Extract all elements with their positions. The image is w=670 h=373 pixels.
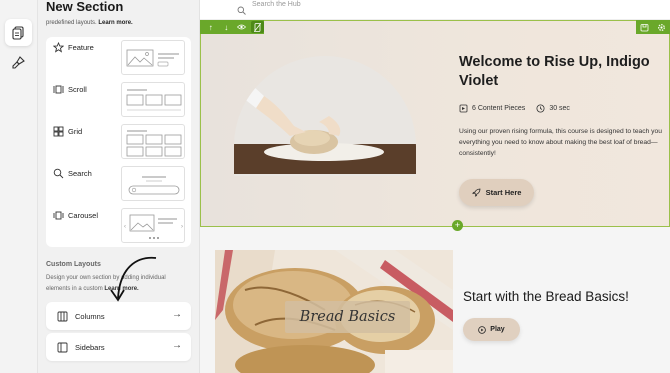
custom-sidebars-button[interactable]: Sidebars → [46, 333, 191, 361]
play-button[interactable]: Play [463, 318, 520, 341]
search-icon [237, 6, 246, 15]
arrow-right-icon: → [172, 340, 182, 351]
bread-basics-image: Bread Basics [215, 250, 453, 373]
section-toolbar: ↑ ↓ [200, 20, 264, 34]
section-settings-toolbar [636, 20, 670, 34]
visibility-eye-icon[interactable] [235, 21, 249, 33]
layout-carousel[interactable]: Carousel ‹ › [46, 205, 191, 247]
new-section-panel: New Section predefined layouts. Learn mo… [38, 0, 200, 373]
hero-section[interactable]: Welcome to Rise Up, Indigo Violet 6 Cont… [200, 20, 670, 227]
pages-button[interactable] [5, 19, 32, 46]
layout-scroll[interactable]: Scroll [46, 79, 191, 121]
panel-subtitle: predefined layouts. Learn more. [46, 20, 133, 26]
annotation-arrow-icon [110, 256, 157, 302]
carousel-thumbnail: ‹ › [121, 208, 185, 243]
panel-learn-more-link[interactable]: Learn more. [98, 20, 132, 26]
layout-label: Scroll [68, 85, 87, 94]
feature-thumbnail [121, 40, 185, 75]
design-button[interactable] [5, 49, 32, 76]
svg-text:‹: ‹ [124, 224, 126, 230]
layout-label: Search [68, 169, 92, 178]
star-icon [53, 42, 64, 53]
custom-columns-button[interactable]: Columns → [46, 302, 191, 330]
sidebars-label: Sidebars [75, 343, 105, 352]
duration-text: 30 sec [549, 105, 570, 112]
arrow-right-icon: → [172, 309, 182, 320]
hub-topbar: Search the Hub [200, 0, 670, 20]
scroll-icon [53, 85, 64, 94]
design-brush-icon [12, 56, 25, 69]
pages-icon [12, 25, 24, 40]
search-thumbnail [121, 166, 185, 201]
carousel-icon [53, 211, 64, 220]
panel-subtitle-text: predefined layouts. [46, 20, 97, 26]
custom-layouts-title: Custom Layouts [46, 261, 101, 268]
hero-image [234, 56, 416, 176]
hub-search-input[interactable]: Search the Hub [252, 1, 301, 8]
start-here-label: Start Here [485, 188, 522, 197]
add-section-plus-icon[interactable]: + [452, 220, 463, 231]
hero-title: Welcome to Rise Up, Indigo Violet [459, 54, 650, 89]
layout-grid[interactable]: Grid [46, 121, 191, 163]
page-canvas: Search the Hub Welcome to Rise Up, Indig… [200, 0, 670, 373]
content-pieces-count: 6 Content Pieces [472, 105, 526, 112]
layout-label: Feature [68, 43, 94, 52]
play-icon [478, 325, 487, 334]
layout-label: Grid [68, 127, 83, 136]
play-label: Play [490, 326, 505, 333]
grid-icon [53, 126, 64, 137]
clock-icon [536, 104, 545, 113]
columns-icon [57, 311, 68, 322]
gear-icon[interactable] [657, 23, 666, 32]
save-section-icon[interactable] [640, 23, 649, 32]
section2-title: Start with the Bread Basics! [463, 289, 629, 304]
hero-meta: 6 Content Pieces 30 sec [459, 104, 570, 113]
layout-label: Carousel [68, 211, 99, 220]
scroll-thumbnail [121, 82, 185, 117]
content-pieces-icon [459, 104, 468, 113]
rocket-icon [471, 188, 480, 197]
svg-text:›: › [181, 224, 183, 230]
hide-mobile-icon[interactable] [250, 21, 264, 33]
move-down-icon[interactable]: ↓ [220, 21, 234, 33]
move-up-icon[interactable]: ↑ [204, 21, 218, 33]
custom-desc-line-2: elements in a custom [46, 286, 103, 292]
left-rail [0, 0, 38, 373]
predefined-layouts-card: Feature Scroll Grid Search Carousel ‹ › [46, 37, 191, 247]
bread-basics-banner: Bread Basics [285, 301, 410, 333]
sidebars-icon [57, 342, 68, 353]
grid-thumbnail [121, 124, 185, 159]
layout-feature[interactable]: Feature [46, 37, 191, 79]
layout-search[interactable]: Search [46, 163, 191, 205]
search-icon [53, 168, 64, 179]
hero-description: Using our proven rising formula, this co… [459, 128, 662, 157]
start-here-button[interactable]: Start Here [459, 179, 534, 206]
panel-title: New Section [46, 0, 124, 14]
columns-label: Columns [75, 312, 105, 321]
